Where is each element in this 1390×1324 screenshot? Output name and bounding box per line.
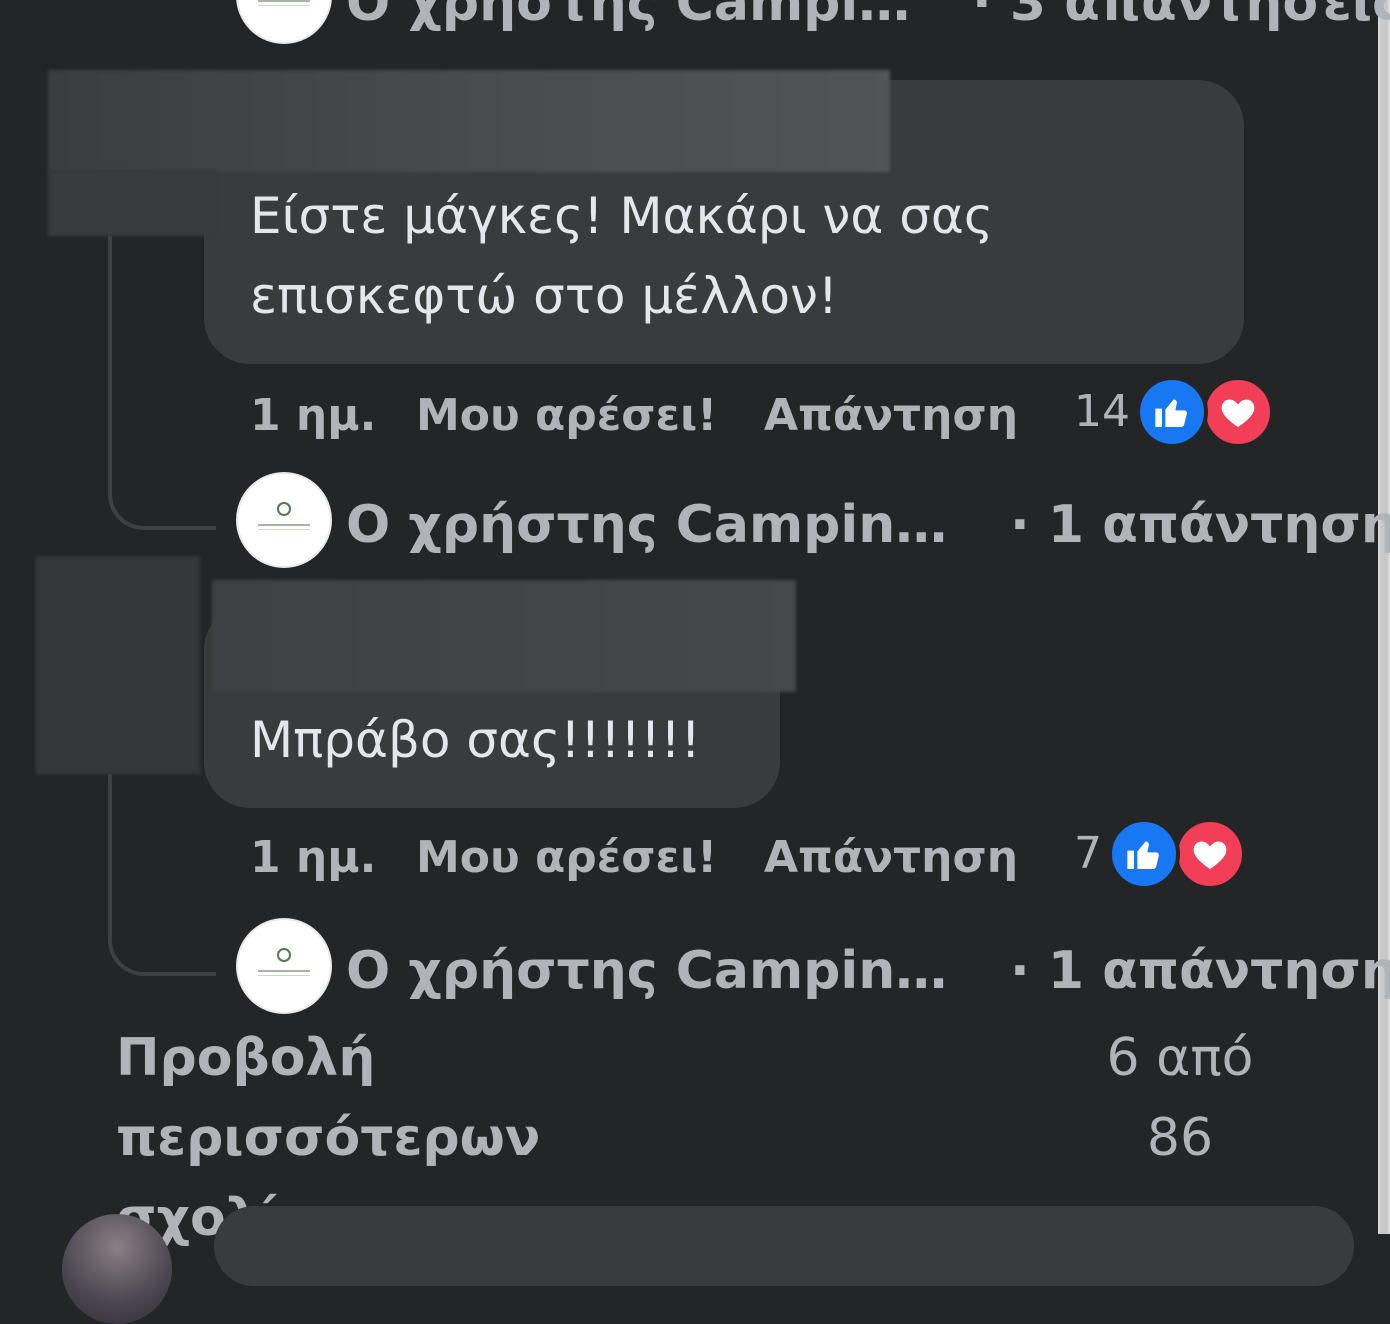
redacted-avatar (36, 556, 200, 774)
reply-author-name: Ο χρήστης Campin... (346, 0, 926, 33)
comment-pager: 6 από 86 (1106, 1028, 1254, 1168)
reply-button[interactable]: Απάντηση (764, 818, 1018, 898)
love-icon (1202, 376, 1274, 448)
camping-logo-icon (277, 947, 291, 962)
comment-actions: 1 ημ. Μου αρέσει! Απάντηση (250, 376, 1018, 456)
reaction-count: 7 (1074, 828, 1102, 879)
scrollbar[interactable] (1378, 0, 1390, 1234)
comment-bubble (214, 1206, 1354, 1286)
redacted-avatar (48, 170, 216, 236)
reply-button[interactable]: Απάντηση (764, 376, 1018, 456)
reply-summary-link[interactable]: Ο χρήστης Camping ... · 1 απάντηση (346, 936, 1390, 1006)
comment-actions: 1 ημ. Μου αρέσει! Απάντηση (250, 818, 1018, 898)
reply-summary-link[interactable]: Ο χρήστης Campin... · 3 απαντήσεις (346, 0, 1390, 38)
comment-timestamp[interactable]: 1 ημ. (250, 818, 376, 898)
reply-count: · 1 απάντηση (1010, 495, 1390, 555)
comment-timestamp[interactable]: 1 ημ. (250, 376, 376, 456)
thread-connector (108, 774, 216, 976)
reaction-summary[interactable]: 7 (1074, 814, 1254, 894)
avatar[interactable] (62, 1214, 172, 1324)
page-avatar[interactable] (236, 472, 332, 568)
camping-logo-icon (277, 501, 291, 516)
reply-count: · 3 απαντήσεις (972, 0, 1390, 33)
reply-summary-link[interactable]: Ο χρήστης Camping ... · 1 απάντηση (346, 490, 1390, 560)
comment-text: Μπράβο σας!!!!!!! (250, 711, 701, 769)
like-icon (1108, 818, 1180, 890)
reply-author-name: Ο χρήστης Camping ... (346, 495, 976, 555)
reply-count: · 1 απάντηση (1010, 941, 1390, 1001)
like-button[interactable]: Μου αρέσει! (416, 818, 717, 898)
reply-author-name: Ο χρήστης Camping ... (346, 941, 976, 1001)
redacted-author-name (212, 580, 796, 692)
scrollbar-thumb[interactable] (1380, 0, 1388, 1234)
redacted-author-name (48, 70, 890, 172)
thread-connector (108, 236, 216, 530)
reaction-count: 14 (1074, 386, 1130, 437)
comment-text: Είστε μάγκες! Μακάρι να σας επισκεφτώ στ… (250, 187, 994, 325)
page-avatar[interactable] (236, 0, 332, 44)
like-button[interactable]: Μου αρέσει! (416, 376, 717, 456)
page-avatar[interactable] (236, 918, 332, 1014)
like-icon (1136, 376, 1208, 448)
reaction-summary[interactable]: 14 (1074, 372, 1282, 452)
love-icon (1174, 818, 1246, 890)
